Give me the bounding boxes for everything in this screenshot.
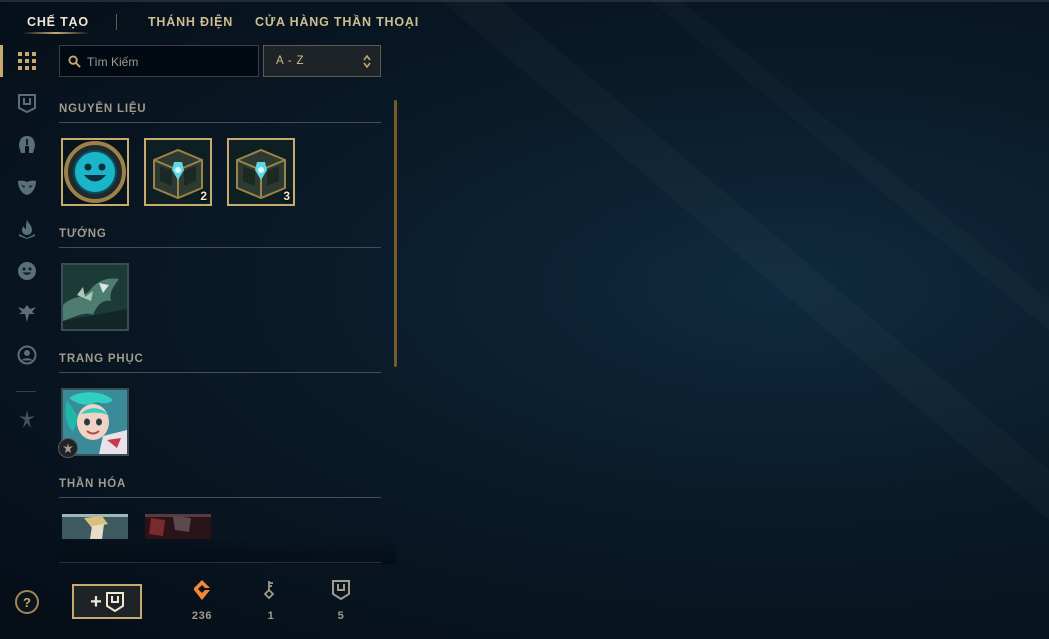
- profile-icon: [17, 345, 37, 365]
- key-icon: [264, 581, 275, 600]
- champion-shard-art: [63, 265, 127, 329]
- scrollbar-thumb[interactable]: [394, 100, 397, 367]
- loot-item-champion-shard[interactable]: [61, 263, 129, 331]
- loot-item-emote-token[interactable]: [61, 138, 129, 206]
- sidebar-item-wards[interactable]: [15, 301, 39, 325]
- section-title-skins: TRANG PHỤC: [59, 353, 144, 365]
- emote-icon: [18, 262, 36, 280]
- loot-item-hextech-chest[interactable]: 3: [227, 138, 295, 206]
- key-amount: 1: [267, 610, 275, 622]
- sidebar-item-chests[interactable]: [15, 91, 39, 115]
- sidebar-active-indicator: [0, 45, 3, 77]
- background-decoration: [380, 0, 1049, 639]
- loot-item-hextech-chest[interactable]: 2: [144, 138, 212, 206]
- purchase-chest-button[interactable]: +: [72, 584, 142, 619]
- loot-item-emote-shard[interactable]: [145, 514, 211, 539]
- helmet-icon: [19, 136, 35, 153]
- tab-crafting[interactable]: CHẾ TẠO: [27, 15, 89, 29]
- grid-icon: [18, 52, 36, 70]
- tab-sanctum[interactable]: THÁNH ĐIỆN: [148, 15, 233, 29]
- mask-icon: [18, 180, 36, 195]
- currency-keys: 1: [251, 580, 291, 626]
- sidebar-item-icons[interactable]: [15, 343, 39, 367]
- section-divider: [59, 122, 381, 123]
- orange-essence-amount: 236: [191, 610, 213, 622]
- sort-arrows-icon: [363, 54, 371, 69]
- sidebar-item-eternals[interactable]: [15, 217, 39, 241]
- sidebar-item-emotes[interactable]: [15, 259, 39, 283]
- search-box[interactable]: [59, 45, 259, 77]
- section-divider: [59, 372, 381, 373]
- loot-item-emote-shard[interactable]: [62, 514, 128, 539]
- tab-mythic-shop[interactable]: CỬA HÀNG THẦN THOẠI: [255, 15, 419, 29]
- list-fade: [56, 538, 396, 564]
- chest-icon: [105, 591, 124, 612]
- sidebar-item-champions[interactable]: [15, 133, 39, 157]
- chest-icon: [332, 580, 350, 600]
- skin-badge: [58, 438, 78, 458]
- item-count: 2: [200, 189, 207, 203]
- currency-chests: 5: [321, 580, 361, 626]
- chest-icon: [18, 94, 36, 113]
- category-sidebar: [0, 44, 56, 639]
- tab-separator: [116, 14, 117, 30]
- help-button[interactable]: ?: [15, 590, 39, 614]
- search-input[interactable]: [87, 54, 252, 70]
- sidebar-divider: [16, 391, 36, 392]
- section-title-champions: TƯỚNG: [59, 228, 107, 240]
- top-navigation: CHẾ TẠO THÁNH ĐIỆN CỬA HÀNG THẦN THOẠI: [0, 0, 440, 44]
- currency-orange-essence: 236: [182, 580, 222, 626]
- search-icon: [68, 55, 81, 68]
- sort-selected-value: A - Z: [276, 55, 305, 67]
- emote-token-art: [63, 140, 127, 204]
- item-count: 3: [283, 189, 290, 203]
- section-divider: [59, 247, 381, 248]
- sidebar-item-all[interactable]: [15, 49, 39, 73]
- trophy-icon: [19, 410, 35, 428]
- active-tab-underline: [22, 32, 90, 34]
- chest-amount: 5: [337, 610, 345, 622]
- sidebar-item-skins[interactable]: [15, 175, 39, 199]
- orange-essence-icon: [194, 580, 210, 600]
- emote-shard-art: [145, 514, 211, 539]
- add-icon: +: [90, 590, 102, 613]
- section-title-emotes: THẦN HÓA: [59, 478, 127, 490]
- emote-shard-art: [62, 514, 128, 539]
- section-divider: [59, 497, 381, 498]
- flame-icon: [19, 220, 35, 239]
- sort-dropdown[interactable]: A - Z: [263, 45, 381, 77]
- ward-icon: [18, 305, 36, 322]
- section-title-materials: NGUYÊN LIỆU: [59, 103, 147, 115]
- sidebar-item-other[interactable]: [15, 407, 39, 431]
- emblem-icon: [63, 443, 73, 453]
- footer-divider: [59, 562, 381, 563]
